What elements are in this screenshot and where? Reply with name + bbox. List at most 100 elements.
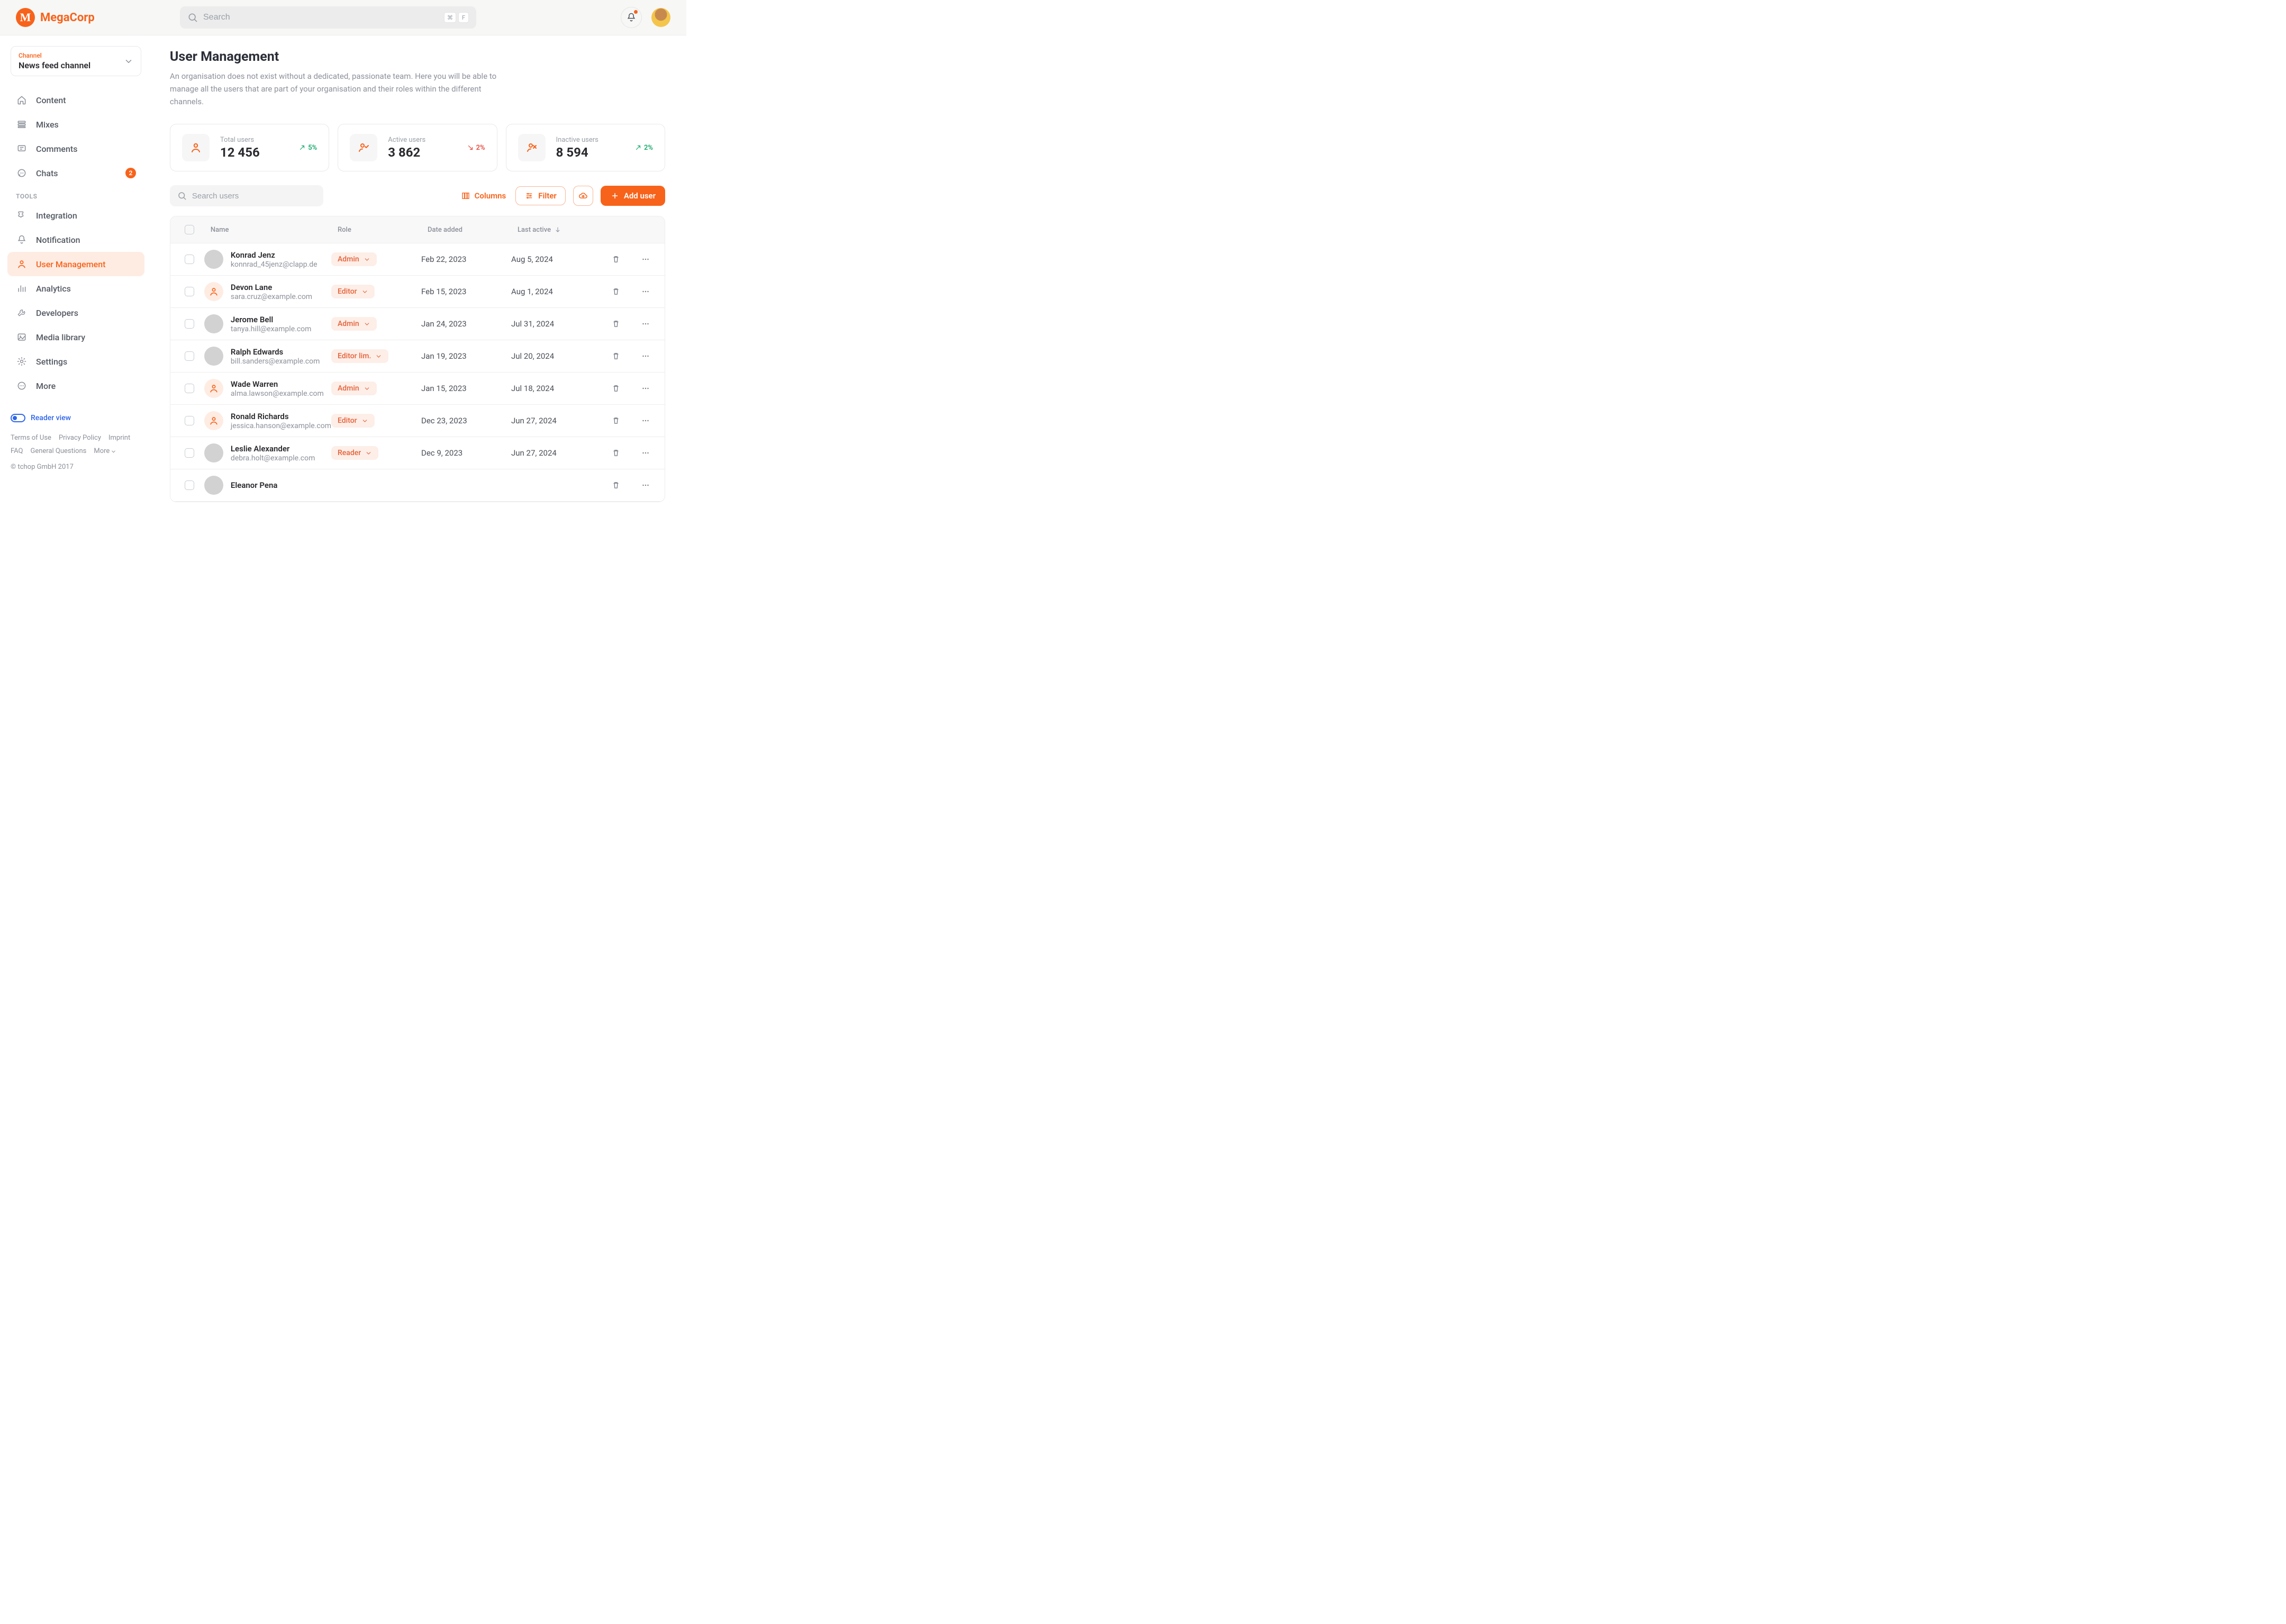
- table-row: Wade Warrenalma.lawson@example.comAdmin …: [170, 373, 665, 405]
- row-checkbox[interactable]: [185, 287, 194, 296]
- stat-label: Inactive users: [556, 136, 598, 144]
- sidebar-item-media-library[interactable]: Media library: [7, 325, 144, 349]
- sidebar-item-content[interactable]: Content: [7, 88, 144, 112]
- search-icon: [187, 12, 198, 23]
- col-name[interactable]: Name: [204, 223, 331, 237]
- delete-button[interactable]: [601, 255, 631, 264]
- search-input[interactable]: [203, 13, 442, 22]
- add-user-button[interactable]: Add user: [601, 186, 665, 206]
- footer-link[interactable]: More: [94, 445, 116, 458]
- sidebar-item-comments[interactable]: Comments: [7, 137, 144, 161]
- footer-link[interactable]: Terms of Use: [11, 434, 51, 442]
- role-select[interactable]: Admin: [331, 317, 377, 331]
- select-all-checkbox[interactable]: [185, 225, 194, 234]
- row-checkbox[interactable]: [185, 384, 194, 393]
- export-button[interactable]: [573, 186, 593, 206]
- last-active: Aug 5, 2024: [511, 255, 601, 264]
- sidebar-item-settings[interactable]: Settings: [7, 349, 144, 374]
- col-date-added[interactable]: Date added: [421, 223, 511, 237]
- row-more-button[interactable]: [631, 287, 660, 296]
- role-select[interactable]: Editor: [331, 285, 375, 298]
- user-email: tanya.hill@example.com: [231, 325, 311, 333]
- user-check-icon: [350, 134, 377, 161]
- row-checkbox[interactable]: [185, 319, 194, 329]
- date-added: Jan 15, 2023: [421, 384, 511, 393]
- sidebar-item-developers[interactable]: Developers: [7, 301, 144, 325]
- sidebar-item-notification[interactable]: Notification: [7, 228, 144, 252]
- search-users-input[interactable]: [192, 192, 316, 201]
- role-select[interactable]: Reader: [331, 446, 378, 460]
- delete-button[interactable]: [601, 287, 631, 296]
- row-more-button[interactable]: [631, 448, 660, 458]
- row-more-button[interactable]: [631, 416, 660, 425]
- profile-avatar[interactable]: [651, 8, 670, 27]
- role-select[interactable]: Editor: [331, 414, 375, 428]
- sidebar-item-label: Analytics: [36, 284, 71, 294]
- col-role[interactable]: Role: [331, 223, 421, 237]
- topbar: M MegaCorp ⌘ F: [0, 0, 686, 35]
- role-select[interactable]: Editor lim.: [331, 349, 388, 363]
- sidebar-item-user-management[interactable]: User Management: [7, 252, 144, 276]
- user-x-icon: [518, 134, 546, 161]
- footer-links: Terms of Use Privacy Policy Imprint FAQ Gen…: [11, 432, 141, 458]
- reader-view-toggle[interactable]: Reader view: [11, 414, 141, 422]
- row-checkbox[interactable]: [185, 416, 194, 425]
- columns-label: Columns: [475, 191, 506, 201]
- role-select[interactable]: Admin: [331, 382, 377, 395]
- delete-button[interactable]: [601, 448, 631, 458]
- row-more-button[interactable]: [631, 319, 660, 329]
- sidebar-item-label: User Management: [36, 259, 105, 269]
- role-select[interactable]: Admin: [331, 252, 377, 266]
- stat-label: Active users: [388, 136, 425, 144]
- date-added: Jan 19, 2023: [421, 351, 511, 361]
- delete-button[interactable]: [601, 319, 631, 329]
- sidebar-item-label: Developers: [36, 308, 78, 318]
- search-users[interactable]: [170, 185, 323, 206]
- brand[interactable]: M MegaCorp: [16, 8, 180, 27]
- row-more-button[interactable]: [631, 255, 660, 264]
- footer-link[interactable]: General Questions: [30, 447, 86, 455]
- table-toolbar: Columns Filter Add user: [170, 185, 665, 206]
- channel-selector[interactable]: Channel News feed channel: [11, 46, 141, 76]
- sidebar-item-label: Notification: [36, 235, 80, 245]
- row-more-button[interactable]: [631, 384, 660, 393]
- bell-icon: [16, 234, 28, 246]
- delete-button[interactable]: [601, 384, 631, 393]
- footer-link[interactable]: Imprint: [108, 434, 130, 442]
- delete-button[interactable]: [601, 351, 631, 361]
- sidebar-item-analytics[interactable]: Analytics: [7, 276, 144, 301]
- sidebar-item-chats[interactable]: Chats2: [7, 161, 144, 185]
- row-more-button[interactable]: [631, 480, 660, 490]
- delete-button[interactable]: [601, 416, 631, 425]
- date-added: Dec 23, 2023: [421, 416, 511, 425]
- notifications-button[interactable]: [621, 7, 642, 28]
- row-checkbox[interactable]: [185, 255, 194, 264]
- users-table: Name Role Date added Last active Konrad …: [170, 216, 665, 502]
- sidebar-item-mixes[interactable]: Mixes: [7, 112, 144, 137]
- user-name: Leslie Alexander: [231, 444, 315, 453]
- stat-trend: 2%: [467, 144, 485, 152]
- sidebar-item-label: Integration: [36, 211, 77, 221]
- footer-link[interactable]: FAQ: [11, 447, 23, 455]
- row-checkbox[interactable]: [185, 351, 194, 361]
- delete-button[interactable]: [601, 480, 631, 490]
- filter-button[interactable]: Filter: [515, 186, 566, 205]
- table-row: Leslie Alexanderdebra.holt@example.comRe…: [170, 437, 665, 469]
- last-active: Jul 31, 2024: [511, 319, 601, 329]
- date-added: Jan 24, 2023: [421, 319, 511, 329]
- row-checkbox[interactable]: [185, 480, 194, 490]
- table-header: Name Role Date added Last active: [170, 216, 665, 243]
- columns-button[interactable]: Columns: [459, 187, 509, 205]
- col-last-active[interactable]: Last active: [511, 223, 601, 237]
- chart-icon: [16, 283, 28, 294]
- user-name: Eleanor Pena: [231, 480, 278, 490]
- sidebar-item-integration[interactable]: Integration: [7, 203, 144, 228]
- add-user-label: Add user: [624, 191, 656, 201]
- row-checkbox[interactable]: [185, 448, 194, 458]
- row-more-button[interactable]: [631, 351, 660, 361]
- user-name: Konrad Jenz: [231, 250, 318, 260]
- global-search[interactable]: ⌘ F: [180, 6, 476, 29]
- sidebar-item-more[interactable]: More: [7, 374, 144, 398]
- footer-link[interactable]: Privacy Policy: [59, 434, 101, 442]
- search-icon: [177, 191, 187, 201]
